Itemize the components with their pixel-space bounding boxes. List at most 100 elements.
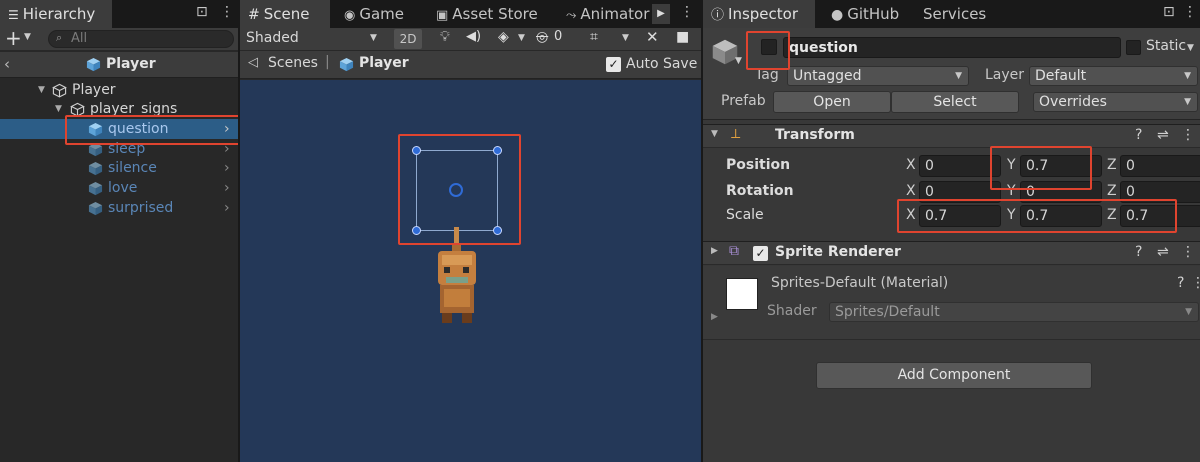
prefab-overrides-dropdown[interactable]: Overrides ▼	[1033, 92, 1198, 112]
hidden-objects-icon[interactable]: ◎	[536, 29, 548, 45]
chevron-down-icon: ▼	[370, 33, 377, 43]
tab-overflow-icon[interactable]: ▶	[652, 4, 670, 24]
tab-services[interactable]: Services	[915, 0, 994, 28]
tag-dropdown[interactable]: Untagged ▼	[787, 66, 969, 86]
highlight-box	[746, 31, 790, 70]
tools-icon[interactable]: ✕	[646, 28, 659, 46]
search-placeholder: All	[71, 31, 88, 46]
object-name-field[interactable]: question	[783, 37, 1121, 58]
chevron-down-icon[interactable]: ▼	[1187, 43, 1194, 53]
add-icon[interactable]: +	[5, 26, 22, 50]
chevron-down-icon: ▼	[1184, 97, 1191, 107]
help-icon[interactable]: ?	[1135, 127, 1142, 143]
prefab-cube-icon	[88, 181, 103, 196]
expand-arrow-icon[interactable]: ▶	[711, 312, 718, 322]
lighting-icon[interactable]: 💡︎	[440, 29, 450, 45]
transform-header[interactable]: ▼ ⟂ Transform ? ⇌ ⋮	[703, 124, 1200, 148]
auto-save-label: Auto Save	[626, 56, 698, 72]
add-component-button[interactable]: Add Component	[816, 362, 1092, 389]
github-icon: ●	[831, 7, 844, 23]
hierarchy-item-silence[interactable]: silence ›	[0, 158, 238, 178]
highlight-box	[897, 199, 1177, 233]
hierarchy-panel: ☰ Hierarchy ⊡ ⋮ + ▼ ⌕ All ‹ Player ▼ Play…	[0, 0, 238, 462]
more-menu-icon[interactable]: ⋮	[680, 4, 694, 20]
position-z-field[interactable]: 0	[1120, 155, 1200, 177]
layer-dropdown[interactable]: Default ▼	[1029, 66, 1198, 86]
more-menu-icon[interactable]: ⋮	[1183, 4, 1197, 20]
chevron-down-icon: ▼	[1184, 71, 1191, 81]
layer-label: Layer	[985, 67, 1025, 83]
prefab-cube-icon	[86, 57, 101, 72]
highlight-box	[65, 115, 238, 145]
material-section: Sprites-Default (Material) ? ⋮ ▶ Shader …	[703, 266, 1200, 340]
auto-save-checkbox[interactable]: ✓	[606, 57, 621, 72]
help-icon[interactable]: ?	[1135, 244, 1142, 260]
hierarchy-item-surprised[interactable]: surprised ›	[0, 198, 238, 218]
back-arrow-icon[interactable]: ‹	[4, 55, 10, 73]
more-menu-icon[interactable]: ⋮	[1181, 244, 1195, 260]
help-icon[interactable]: ?	[1177, 275, 1184, 291]
chevron-down-icon[interactable]: ▼	[622, 33, 629, 43]
chevron-down-icon: ▼	[955, 71, 962, 81]
breadcrumb-root[interactable]: Scenes	[268, 55, 318, 71]
gameobject-icon	[52, 83, 67, 98]
camera-icon[interactable]: ■	[676, 29, 689, 45]
prefab-header: ‹ Player	[0, 52, 238, 78]
sprite-renderer-header[interactable]: ▶ ⧉ ✓ Sprite Renderer ? ⇌ ⋮	[703, 241, 1200, 265]
chevron-right-icon[interactable]: ›	[224, 198, 230, 218]
rotation-label: Rotation	[726, 183, 794, 199]
search-input[interactable]: ⌕ All	[48, 30, 234, 48]
lock-icon[interactable]: ⊡	[1163, 4, 1175, 20]
tab-animator[interactable]: ⤳ Animator	[558, 0, 657, 28]
prefab-open-button[interactable]: Open	[773, 91, 891, 113]
animator-icon: ⤳	[566, 8, 577, 23]
hierarchy-item-player[interactable]: ▼ Player	[0, 80, 238, 100]
presets-icon[interactable]: ⇌	[1157, 127, 1169, 143]
lock-icon[interactable]: ⊡	[196, 4, 208, 20]
static-checkbox[interactable]	[1126, 40, 1141, 55]
more-menu-icon[interactable]: ⋮	[220, 4, 234, 20]
chevron-right-icon[interactable]: ›	[224, 158, 230, 178]
effects-icon[interactable]: ◈	[498, 29, 509, 45]
more-menu-icon[interactable]: ⋮	[1191, 275, 1200, 291]
collapse-arrow-icon[interactable]: ▶	[711, 246, 718, 256]
hierarchy-tabbar: ☰ Hierarchy ⊡ ⋮	[0, 0, 238, 28]
hierarchy-list-icon: ☰	[8, 8, 19, 22]
sprite-renderer-enabled-checkbox[interactable]: ✓	[753, 246, 768, 261]
tab-scene[interactable]: # Scene	[240, 0, 330, 28]
expand-arrow-icon[interactable]: ▼	[55, 99, 62, 119]
chevron-right-icon[interactable]: ›	[224, 178, 230, 198]
expand-arrow-icon[interactable]: ▼	[711, 129, 718, 139]
material-name: Sprites-Default (Material)	[771, 275, 949, 291]
shading-mode-dropdown[interactable]: Shaded ▼	[240, 28, 386, 50]
scenes-icon: ◁	[248, 55, 258, 70]
grid-snap-icon[interactable]: ⌗	[590, 29, 598, 45]
highlight-box	[398, 134, 521, 245]
transform-icon: ⟂	[731, 126, 741, 142]
expand-arrow-icon[interactable]: ▼	[38, 80, 45, 100]
prefab-select-button[interactable]: Select	[891, 91, 1019, 113]
prefab-title: Player	[106, 56, 156, 72]
material-preview[interactable]	[726, 278, 758, 310]
2d-mode-toggle[interactable]: 2D	[394, 29, 422, 49]
chevron-down-icon[interactable]: ▼	[518, 33, 525, 43]
scene-toolbar: Shaded ▼ 2D 💡︎ ◀︎) ◈ ▼ ◎ 0 ⌗ ▼ ✕ ■	[240, 28, 701, 50]
hierarchy-item-love[interactable]: love ›	[0, 178, 238, 198]
prefab-cube-icon	[88, 201, 103, 216]
breadcrumb-current[interactable]: Player	[359, 55, 409, 71]
prefab-cube-icon	[88, 161, 103, 176]
tab-inspector[interactable]: ⓘ Inspector	[703, 0, 815, 28]
tab-github[interactable]: ● GitHub	[823, 0, 907, 28]
presets-icon[interactable]: ⇌	[1157, 244, 1169, 260]
tab-hierarchy[interactable]: ☰ Hierarchy	[0, 0, 112, 28]
tab-asset-store[interactable]: ▣ Asset Store	[428, 0, 546, 28]
chevron-down-icon[interactable]: ▼	[735, 56, 742, 66]
tab-game[interactable]: ◉ Game	[336, 0, 412, 28]
position-x-field[interactable]: 0	[919, 155, 1001, 177]
scene-tabbar: # Scene ◉ Game ▣ Asset Store ⤳ Animator ▶ ⋮	[240, 0, 701, 28]
hidden-count: 0	[554, 29, 563, 44]
more-menu-icon[interactable]: ⋮	[1181, 127, 1195, 143]
chevron-down-icon[interactable]: ▼	[24, 32, 31, 42]
shader-dropdown[interactable]: Sprites/Default ▼	[829, 302, 1199, 322]
audio-icon[interactable]: ◀︎)	[466, 29, 481, 44]
